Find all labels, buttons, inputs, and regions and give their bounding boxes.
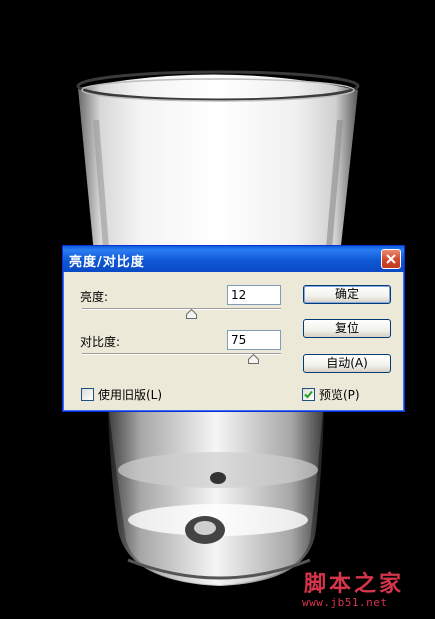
- legacy-label: 使用旧版(L): [98, 388, 163, 402]
- brightness-label: 亮度:: [80, 290, 109, 304]
- brightness-contrast-dialog: 亮度/对比度 亮度: 12 对比度: 75 使用旧版(L) 确定 复位 自动(A…: [62, 245, 405, 412]
- watermark-site-name: 脚本之家: [304, 571, 405, 597]
- contrast-label: 对比度:: [80, 335, 121, 349]
- close-icon: [386, 254, 396, 264]
- dialog-title: 亮度/对比度: [69, 255, 145, 270]
- brightness-slider-track[interactable]: [82, 308, 281, 310]
- checkmark-icon: [304, 390, 313, 399]
- preview-checkbox[interactable]: [302, 388, 315, 401]
- watermark-url: www.jb51.net: [302, 596, 388, 609]
- brightness-slider-thumb[interactable]: [185, 309, 197, 319]
- reset-button[interactable]: 复位: [303, 319, 391, 338]
- ok-button[interactable]: 确定: [303, 285, 391, 304]
- title-bar[interactable]: 亮度/对比度: [63, 246, 404, 272]
- contrast-slider-thumb[interactable]: [247, 354, 259, 364]
- dialog-body: 亮度: 12 对比度: 75 使用旧版(L) 确定 复位 自动(A) 预览(P): [67, 272, 400, 407]
- close-button[interactable]: [381, 249, 401, 269]
- contrast-field[interactable]: 75: [227, 330, 281, 350]
- legacy-checkbox[interactable]: [81, 388, 94, 401]
- auto-button[interactable]: 自动(A): [303, 354, 391, 373]
- preview-label: 预览(P): [319, 388, 360, 402]
- brightness-field[interactable]: 12: [227, 285, 281, 305]
